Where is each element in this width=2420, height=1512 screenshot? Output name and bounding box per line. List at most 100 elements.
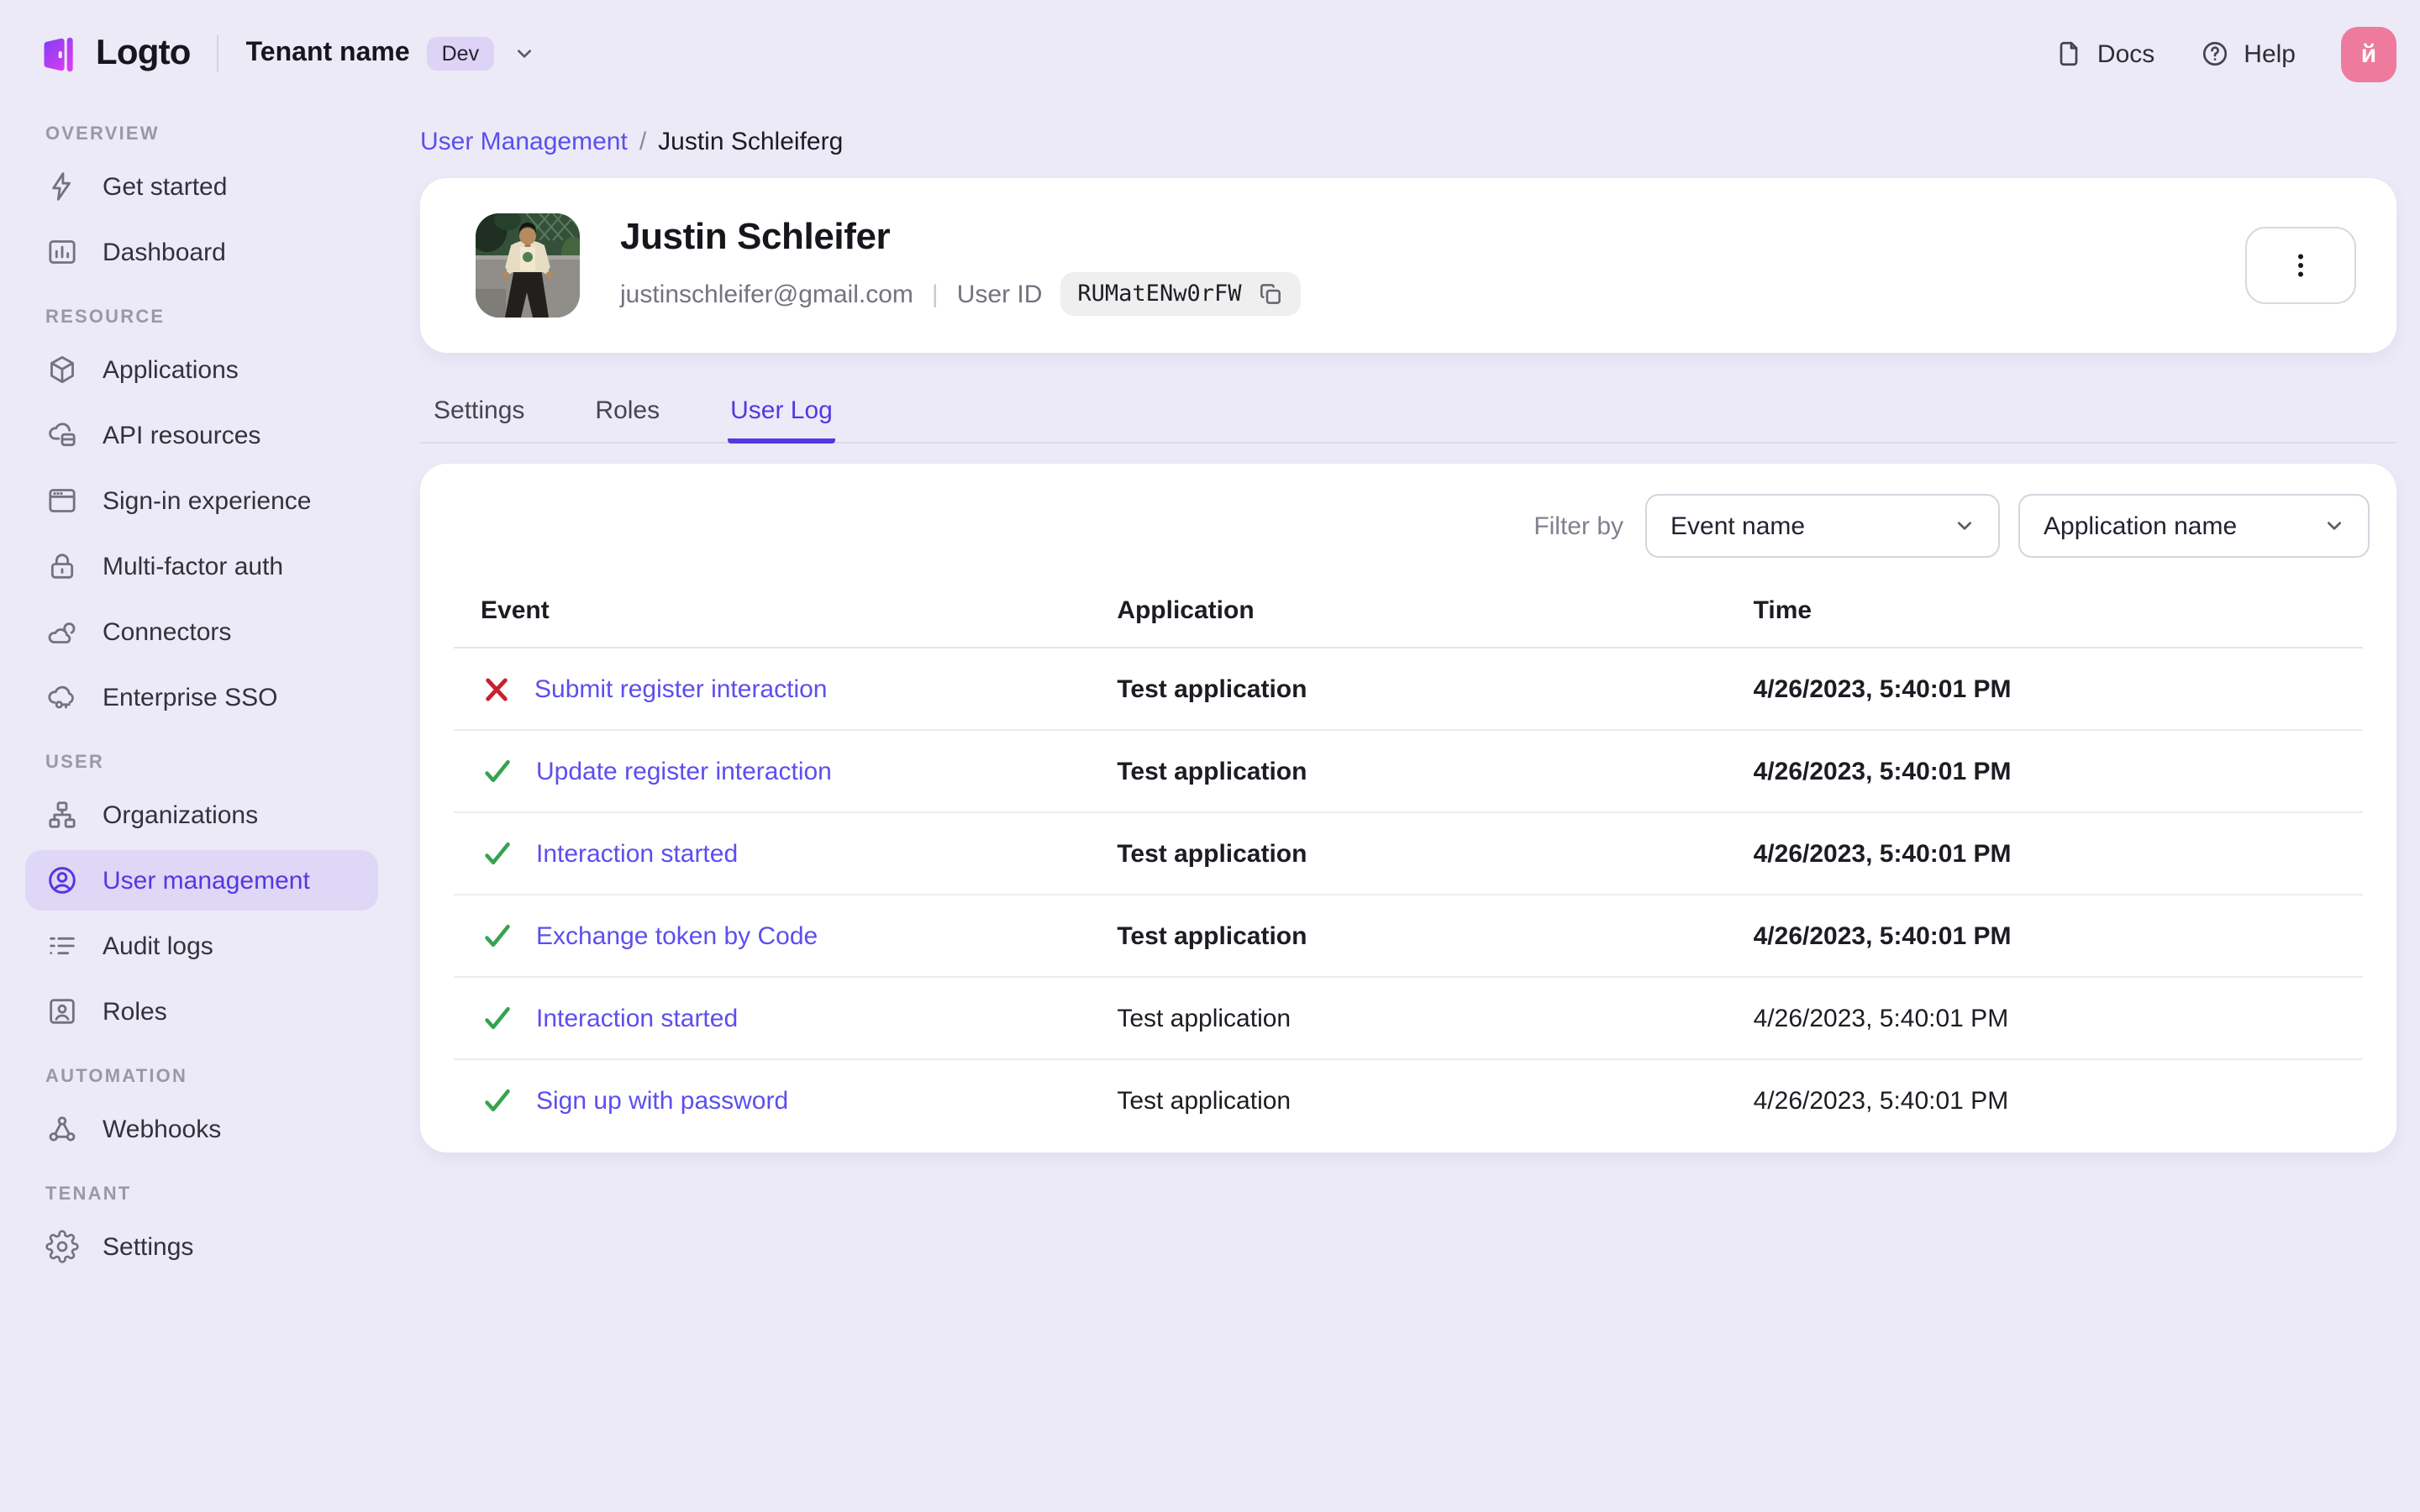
- help-icon: [2200, 39, 2230, 69]
- table-row: Submit register interaction Test applica…: [454, 648, 2363, 731]
- event-link[interactable]: Interaction started: [536, 1004, 738, 1032]
- application-cell: Test application: [1090, 648, 1727, 731]
- user-avatar[interactable]: й: [2341, 26, 2396, 81]
- sidebar-section-tenant: TENANT: [45, 1184, 132, 1205]
- user-id-pill: RUMatENw0rFW: [1060, 272, 1301, 316]
- event-link[interactable]: Interaction started: [536, 839, 738, 868]
- sidebar-item-user-management[interactable]: User management: [25, 850, 378, 911]
- event-link[interactable]: Update register interaction: [536, 757, 832, 785]
- avatar-initial: й: [2360, 39, 2377, 68]
- event-name-select[interactable]: Event name: [1645, 494, 2000, 558]
- meta-separator: |: [931, 280, 939, 308]
- sidebar-section-automation: AUTOMATION: [45, 1067, 188, 1087]
- main-content: User Management / Justin Schleiferg Just…: [403, 108, 2420, 1512]
- chevron-down-icon: [2321, 512, 2348, 539]
- sidebar-item-label: Multi-factor auth: [103, 552, 284, 580]
- user-header-card: Justin Schleifer justinschleifer@gmail.c…: [420, 178, 2396, 353]
- more-actions-button[interactable]: [2245, 227, 2356, 304]
- user-email: justinschleifer@gmail.com: [620, 280, 913, 308]
- user-log-panel: Filter by Event name Application name Ev…: [420, 464, 2396, 1152]
- column-header-event: Event: [454, 583, 1091, 648]
- time-cell: 4/26/2023, 5:40:01 PM: [1726, 895, 2363, 978]
- event-link[interactable]: Sign up with password: [536, 1087, 788, 1116]
- sidebar-item-label: Audit logs: [103, 932, 213, 960]
- tenant-selector[interactable]: Tenant name Dev: [246, 37, 538, 71]
- sidebar-item-api-resources[interactable]: API resources: [25, 405, 378, 465]
- application-cell: Test application: [1117, 1086, 1292, 1116]
- filter-bar: Filter by Event name Application name: [447, 491, 2370, 566]
- topbar: Logto Tenant name Dev Docs Help й: [0, 0, 2420, 108]
- help-button[interactable]: Help: [2200, 39, 2296, 69]
- filter-by-label: Filter by: [1534, 512, 1623, 540]
- success-check-icon: [481, 754, 514, 788]
- success-check-icon: [481, 1084, 514, 1118]
- sidebar-item-label: Dashboard: [103, 238, 226, 266]
- user-meta: justinschleifer@gmail.com | User ID RUMa…: [620, 272, 1301, 316]
- sidebar-item-roles[interactable]: Roles: [25, 981, 378, 1042]
- time-cell: 4/26/2023, 5:40:01 PM: [1726, 977, 2363, 1060]
- tab-user-log[interactable]: User Log: [727, 386, 836, 444]
- event-cell: Interaction started: [481, 837, 1076, 870]
- logto-logo[interactable]: Logto: [34, 31, 191, 76]
- sidebar-item-applications[interactable]: Applications: [25, 339, 378, 400]
- sidebar-section-overview: OVERVIEW: [45, 124, 160, 144]
- sidebar-item-organizations[interactable]: Organizations: [25, 785, 378, 845]
- sidebar-item-label: Enterprise SSO: [103, 683, 278, 711]
- topbar-actions: Docs Help й: [2054, 26, 2396, 81]
- sidebar: OVERVIEW Get started Dashboard RESOURCE …: [0, 108, 403, 1512]
- tenant-env-badge: Dev: [426, 37, 495, 71]
- copy-icon[interactable]: [1257, 281, 1284, 307]
- sidebar-item-settings[interactable]: Settings: [25, 1216, 378, 1277]
- sidebar-item-webhooks[interactable]: Webhooks: [25, 1099, 378, 1159]
- event-link[interactable]: Submit register interaction: [534, 675, 828, 703]
- sidebar-item-label: Roles: [103, 997, 167, 1026]
- table-header-row: Event Application Time: [454, 583, 2363, 648]
- user-photo: [476, 213, 580, 318]
- logo-wordmark: Logto: [96, 34, 191, 72]
- time-cell: 4/26/2023, 5:40:01 PM: [1726, 730, 2363, 813]
- event-link[interactable]: Exchange token by Code: [536, 921, 818, 950]
- sidebar-item-dashboard[interactable]: Dashboard: [25, 222, 378, 282]
- org-chart-icon: [45, 798, 79, 832]
- application-cell: Test application: [1090, 730, 1727, 813]
- tenant-name: Tenant name: [245, 39, 410, 67]
- webhook-icon: [45, 1112, 79, 1146]
- breadcrumb-user-management-link[interactable]: User Management: [420, 128, 628, 156]
- event-cell: Update register interaction: [481, 754, 1076, 788]
- sidebar-item-label: Organizations: [103, 801, 259, 829]
- event-cell: Sign up with password: [481, 1084, 1076, 1118]
- sidebar-item-sign-in-experience[interactable]: Sign-in experience: [25, 470, 378, 531]
- error-x-icon: [481, 673, 513, 705]
- chevron-down-icon: [1951, 512, 1978, 539]
- sidebar-item-get-started[interactable]: Get started: [25, 156, 378, 217]
- tab-roles[interactable]: Roles: [592, 386, 663, 444]
- column-header-application: Application: [1090, 583, 1727, 648]
- docs-icon: [2054, 39, 2084, 69]
- application-cell: Test application: [1090, 812, 1727, 895]
- breadcrumb-separator: /: [639, 128, 647, 156]
- sidebar-item-connectors[interactable]: Connectors: [25, 601, 378, 662]
- sidebar-item-label: API resources: [103, 421, 261, 449]
- time-cell: 4/26/2023, 5:40:01 PM: [1726, 812, 2363, 895]
- logto-logo-icon: [34, 31, 79, 76]
- sidebar-item-multi-factor-auth[interactable]: Multi-factor auth: [25, 536, 378, 596]
- table-row: Interaction started Test application 4/2…: [454, 977, 2363, 1060]
- sidebar-item-audit-logs[interactable]: Audit logs: [25, 916, 378, 976]
- docs-button[interactable]: Docs: [2054, 39, 2154, 69]
- help-label: Help: [2244, 39, 2296, 68]
- sidebar-item-enterprise-sso[interactable]: Enterprise SSO: [25, 667, 378, 727]
- breadcrumb: User Management / Justin Schleiferg: [420, 128, 2396, 156]
- sidebar-item-label: Sign-in experience: [103, 486, 312, 515]
- tab-settings[interactable]: Settings: [430, 386, 528, 444]
- cube-icon: [45, 353, 79, 386]
- user-name: Justin Schleifer: [620, 215, 891, 257]
- list-icon: [45, 929, 79, 963]
- kebab-icon: [2286, 250, 2316, 281]
- event-name-select-value: Event name: [1670, 512, 1806, 540]
- dashboard-icon: [45, 235, 79, 269]
- application-name-select[interactable]: Application name: [2018, 494, 2370, 558]
- sidebar-section-resource: RESOURCE: [45, 307, 166, 328]
- sidebar-item-label: Webhooks: [103, 1115, 222, 1143]
- sidebar-item-label: User management: [103, 866, 310, 895]
- chevron-down-icon: [511, 40, 538, 67]
